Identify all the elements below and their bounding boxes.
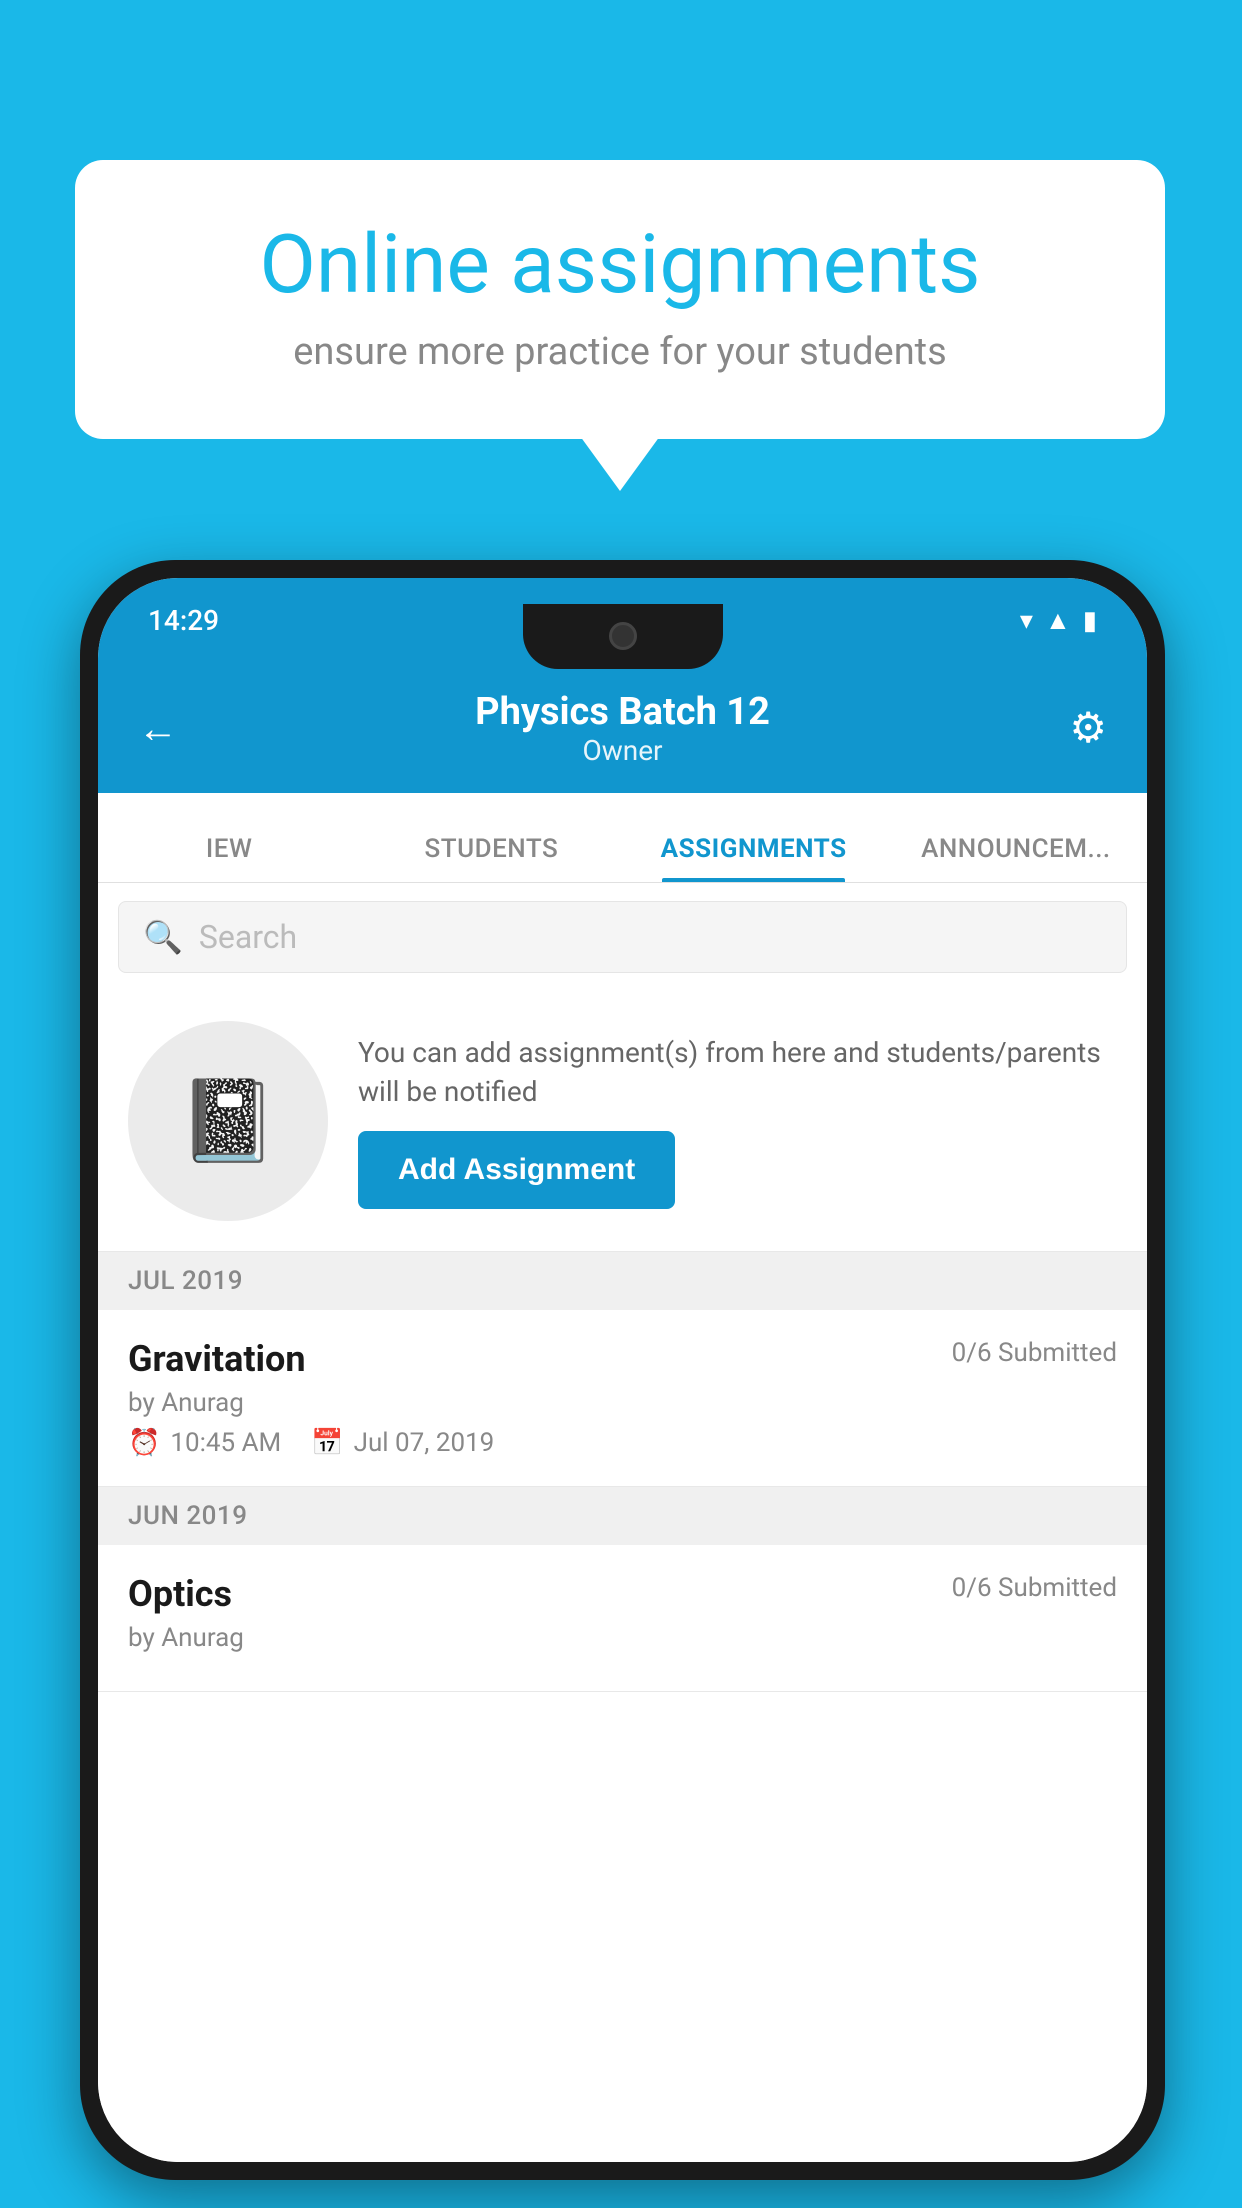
promo-description: You can add assignment(s) from here and …	[358, 1033, 1117, 1111]
month-divider-jul: JUL 2019	[98, 1252, 1147, 1310]
add-assignment-button[interactable]: Add Assignment	[358, 1131, 675, 1209]
assignment-header-optics: Optics 0/6 Submitted	[128, 1573, 1117, 1615]
assignment-by: by Anurag	[128, 1388, 1117, 1418]
tab-announcements[interactable]: ANNOUNCEM...	[885, 834, 1147, 882]
wifi-icon: ▾	[1020, 606, 1033, 636]
promo-icon-circle: 📓	[128, 1021, 328, 1221]
add-assignment-promo: 📓 You can add assignment(s) from here an…	[98, 991, 1147, 1252]
battery-icon: ▮	[1083, 606, 1097, 636]
promo-text-area: You can add assignment(s) from here and …	[358, 1033, 1117, 1209]
screen-content: 🔍 Search 📓 You can add assignment(s) fro…	[98, 883, 1147, 2162]
tab-iew[interactable]: IEW	[98, 834, 360, 882]
notch-bump	[523, 604, 723, 669]
phone-outer: 14:29 ▾ ▲ ▮ ← Physics Batch 12 Owner	[80, 560, 1165, 2180]
notch-camera	[609, 622, 637, 650]
app-header: ← Physics Batch 12 Owner ⚙	[98, 663, 1147, 793]
speech-bubble: Online assignments ensure more practice …	[75, 160, 1165, 439]
assignment-date-item: 📅 Jul 07, 2019	[311, 1428, 494, 1458]
header-subtitle: Owner	[475, 734, 770, 767]
signal-icon: ▲	[1045, 605, 1071, 636]
speech-bubble-subtitle: ensure more practice for your students	[155, 330, 1085, 374]
tab-students[interactable]: STUDENTS	[360, 834, 622, 882]
header-title-area: Physics Batch 12 Owner	[475, 690, 770, 767]
phone-inner: 14:29 ▾ ▲ ▮ ← Physics Batch 12 Owner	[98, 578, 1147, 2162]
assignment-time-item: ⏰ 10:45 AM	[128, 1428, 281, 1458]
header-title: Physics Batch 12	[475, 690, 770, 734]
search-container: 🔍 Search	[98, 883, 1147, 991]
status-bar: 14:29 ▾ ▲ ▮	[98, 604, 1147, 637]
assignment-submitted: 0/6 Submitted	[952, 1338, 1117, 1368]
assignment-by-optics: by Anurag	[128, 1623, 1117, 1653]
assignment-meta: ⏰ 10:45 AM 📅 Jul 07, 2019	[128, 1428, 1117, 1458]
assignment-item-optics[interactable]: Optics 0/6 Submitted by Anurag	[98, 1545, 1147, 1692]
assignment-date: Jul 07, 2019	[354, 1428, 495, 1458]
assignment-name: Gravitation	[128, 1338, 306, 1380]
phone-container: 14:29 ▾ ▲ ▮ ← Physics Batch 12 Owner	[80, 560, 1165, 2180]
status-icons: ▾ ▲ ▮	[1020, 605, 1097, 636]
tab-assignments[interactable]: ASSIGNMENTS	[623, 834, 885, 882]
clock-icon: ⏰	[128, 1428, 160, 1458]
status-bar-area: 14:29 ▾ ▲ ▮	[98, 578, 1147, 663]
status-time: 14:29	[148, 604, 219, 637]
assignment-item-gravitation[interactable]: Gravitation 0/6 Submitted by Anurag ⏰ 10…	[98, 1310, 1147, 1487]
search-icon: 🔍	[143, 918, 183, 956]
speech-bubble-title: Online assignments	[155, 220, 1085, 310]
speech-bubble-container: Online assignments ensure more practice …	[75, 160, 1165, 439]
assignment-submitted-optics: 0/6 Submitted	[952, 1573, 1117, 1603]
assignment-name-optics: Optics	[128, 1573, 232, 1615]
month-divider-jun: JUN 2019	[98, 1487, 1147, 1545]
notebook-icon: 📓	[178, 1074, 278, 1168]
assignment-time: 10:45 AM	[170, 1428, 281, 1458]
search-bar[interactable]: 🔍 Search	[118, 901, 1127, 973]
search-placeholder: Search	[199, 918, 297, 956]
settings-icon[interactable]: ⚙	[1069, 703, 1107, 753]
assignment-header: Gravitation 0/6 Submitted	[128, 1338, 1117, 1380]
tabs-bar: IEW STUDENTS ASSIGNMENTS ANNOUNCEM...	[98, 793, 1147, 883]
calendar-icon: 📅	[311, 1428, 343, 1458]
back-button[interactable]: ←	[138, 705, 178, 752]
